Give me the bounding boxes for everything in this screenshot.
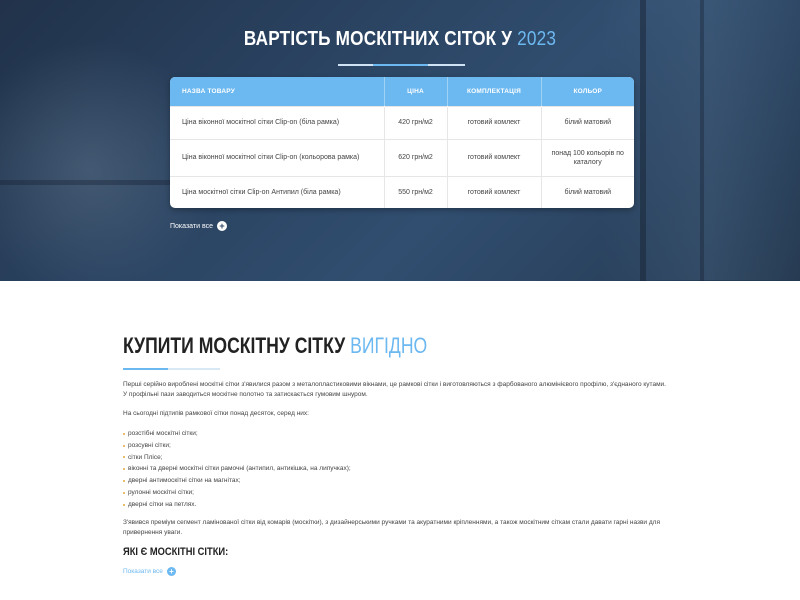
show-all-label: Показати все xyxy=(170,222,213,230)
cell-package: готовий комлект xyxy=(446,175,541,208)
pricing-title: ВАРТІСТЬ МОСКІТНИХ СІТОК У 2023 xyxy=(56,28,744,51)
cell-color: білий матовий xyxy=(540,175,634,208)
article-paragraph-intro: Перші серійно вироблені москітні сітки з… xyxy=(123,381,666,398)
plus-circle-icon: + xyxy=(166,566,176,576)
subtypes-list: розстібні москітні сітки; розсувні сітки… xyxy=(123,428,351,511)
list-item: віконні та дверні москітні сітки рамочні… xyxy=(123,463,351,475)
header-package: КОМПЛЕКТАЦІЯ xyxy=(446,77,541,106)
article-title-accent: ВИГІДНО xyxy=(350,333,428,358)
cell-product-name: Ціна віконної москітної сітки Clip-on (б… xyxy=(170,105,384,139)
pricing-title-main: ВАРТІСТЬ МОСКІТНИХ СІТОК У xyxy=(243,28,513,50)
pricing-show-all-link[interactable]: Показати все + xyxy=(170,220,227,232)
cell-color: понад 100 кольорів по каталогу xyxy=(540,138,634,176)
pricing-title-underline xyxy=(338,64,465,66)
header-price: ЦІНА xyxy=(383,77,447,106)
list-item: розстібні москітні сітки; xyxy=(123,428,351,440)
list-item: рулонні москітні сітки; xyxy=(123,487,351,499)
cell-package: готовий комлект xyxy=(446,138,541,176)
table-row: Ціна москітної сітки Clip-on Антипил (бі… xyxy=(170,175,634,208)
article-paragraph-premium: З'явився преміум сегмент ламінованої сіт… xyxy=(123,519,660,536)
list-item-text: дверні антимоскітні сітки на магнітах; xyxy=(128,477,241,485)
bullet-icon xyxy=(123,468,125,471)
list-item: розсувні сітки; xyxy=(123,440,351,452)
article-subheading: ЯКІ Є МОСКІТНІ СІТКИ: xyxy=(123,546,229,558)
show-all-label: Показати все xyxy=(123,567,163,575)
pricing-section: ВАРТІСТЬ МОСКІТНИХ СІТОК У 2023 НАЗВА ТО… xyxy=(0,0,800,281)
cell-price: 420 грн/м2 xyxy=(383,105,447,139)
pricing-title-year: 2023 xyxy=(517,28,557,50)
table-row: Ціна віконної москітної сітки Clip-on (к… xyxy=(170,138,634,176)
list-item: сітки Плісе; xyxy=(123,452,351,464)
cell-price: 550 грн/м2 xyxy=(383,175,447,208)
list-item-text: розсувні сітки; xyxy=(128,441,171,449)
bullet-icon xyxy=(123,432,125,435)
list-item-text: розстібні москітні сітки; xyxy=(128,430,198,437)
list-item: дверні антимоскітні сітки на магнітах; xyxy=(123,475,351,487)
bullet-icon xyxy=(123,503,125,506)
cell-product-name: Ціна москітної сітки Clip-on Антипил (бі… xyxy=(170,175,384,208)
cell-price: 620 грн/м2 xyxy=(383,138,447,176)
bullet-icon xyxy=(123,480,125,483)
list-item-text: рулонні москітні сітки; xyxy=(128,488,194,496)
plus-circle-icon: + xyxy=(217,221,227,231)
article-title: КУПИТИ МОСКІТНУ СІТКУ ВИГІДНО xyxy=(123,333,427,359)
pricing-table-card: НАЗВА ТОВАРУ ЦІНА КОМПЛЕКТАЦІЯ КОЛЬОР Ці… xyxy=(170,77,634,208)
table-row: Ціна віконної москітної сітки Clip-on (б… xyxy=(170,105,634,139)
background-photo-shade xyxy=(0,180,170,185)
article-title-underline xyxy=(123,368,220,370)
list-item-text: сітки Плісе; xyxy=(128,453,163,461)
article-show-all-link[interactable]: Показати все + xyxy=(123,566,176,576)
bullet-icon xyxy=(123,444,125,447)
header-color: КОЛЬОР xyxy=(540,77,634,106)
list-item-text: дверні сітки на петлях. xyxy=(128,500,197,508)
list-item: дверні сітки на петлях. xyxy=(123,499,351,511)
article-paragraph-subtypes: На сьогодні підтипів рамкової сітки пона… xyxy=(123,410,309,417)
cell-product-name: Ціна віконної москітної сітки Clip-on (к… xyxy=(170,138,384,176)
bullet-icon xyxy=(123,456,125,459)
header-product-name: НАЗВА ТОВАРУ xyxy=(182,87,235,95)
pricing-table: НАЗВА ТОВАРУ ЦІНА КОМПЛЕКТАЦІЯ КОЛЬОР Ці… xyxy=(170,77,634,208)
bullet-icon xyxy=(123,491,125,494)
pricing-table-header: НАЗВА ТОВАРУ ЦІНА КОМПЛЕКТАЦІЯ КОЛЬОР xyxy=(170,77,634,106)
cell-color: білий матовий xyxy=(540,105,634,139)
list-item-text: віконні та дверні москітні сітки рамочні… xyxy=(128,465,351,473)
cell-package: готовий комлект xyxy=(446,105,541,139)
article-title-main: КУПИТИ МОСКІТНУ СІТКУ xyxy=(123,333,346,358)
